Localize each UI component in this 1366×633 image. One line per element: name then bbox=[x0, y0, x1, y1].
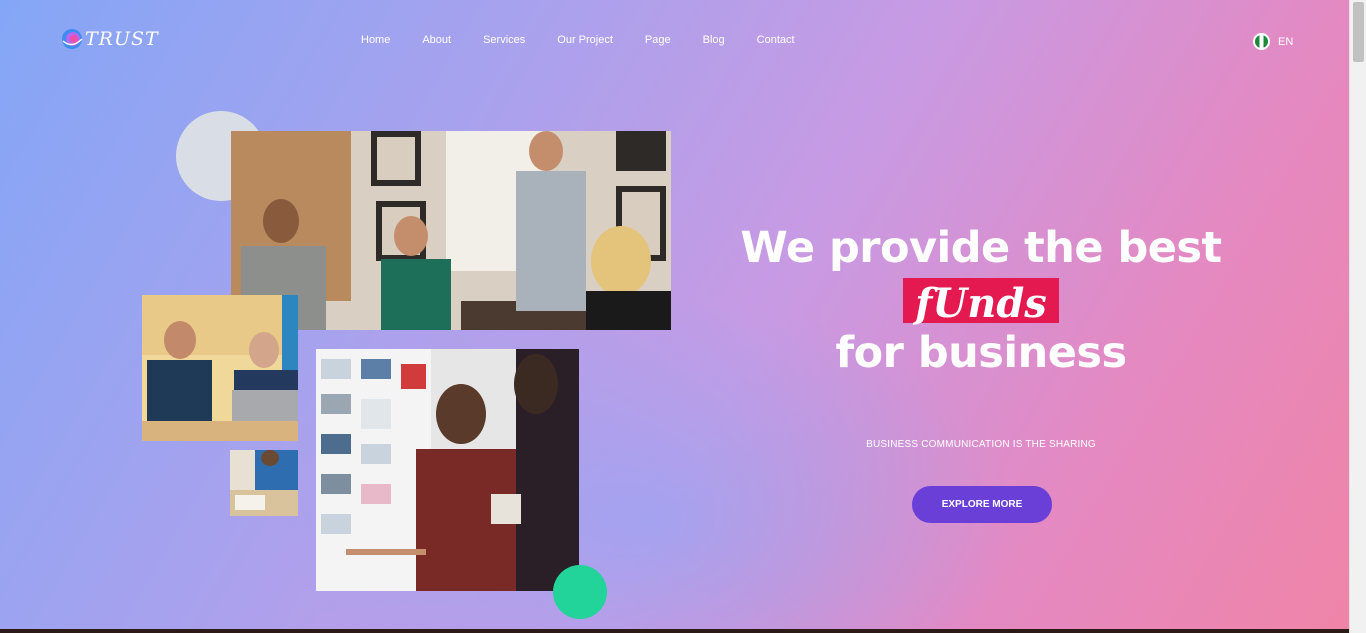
logo-text: TRUST bbox=[85, 28, 159, 50]
explore-more-button[interactable]: EXPLORE MORE bbox=[912, 486, 1052, 523]
hero-line-1: We provide the best bbox=[740, 223, 1222, 273]
logo[interactable]: TRUST bbox=[60, 27, 159, 51]
nav-blog[interactable]: Blog bbox=[687, 34, 741, 46]
whiteboard-discussion-photo bbox=[316, 349, 579, 591]
hero-line-3: for business bbox=[835, 328, 1127, 378]
nav-contact[interactable]: Contact bbox=[741, 34, 811, 46]
scrollbar-thumb[interactable] bbox=[1353, 2, 1364, 62]
nav-services[interactable]: Services bbox=[467, 34, 541, 46]
nav-about[interactable]: About bbox=[406, 34, 467, 46]
working-desk-photo bbox=[230, 450, 298, 516]
hero-highlight: fUnds bbox=[903, 278, 1059, 327]
language-selector[interactable]: EN bbox=[1253, 33, 1293, 50]
main-nav: Home About Services Our Project Page Blo… bbox=[345, 34, 811, 46]
decorative-green-circle bbox=[553, 565, 607, 619]
laptop-meeting-photo bbox=[142, 295, 298, 441]
bottom-edge-bar bbox=[0, 629, 1349, 633]
hero-heading: We provide the best fUnds for business bbox=[720, 218, 1242, 383]
nav-page[interactable]: Page bbox=[629, 34, 687, 46]
logo-swirl-icon bbox=[60, 27, 84, 51]
nav-home[interactable]: Home bbox=[345, 34, 406, 46]
language-label: EN bbox=[1278, 35, 1294, 48]
hero-subtitle: BUSINESS COMMUNICATION IS THE SHARING bbox=[866, 439, 1096, 450]
page-scrollbar[interactable] bbox=[1349, 0, 1366, 633]
nav-our-project[interactable]: Our Project bbox=[541, 34, 629, 46]
flag-icon bbox=[1253, 33, 1270, 50]
